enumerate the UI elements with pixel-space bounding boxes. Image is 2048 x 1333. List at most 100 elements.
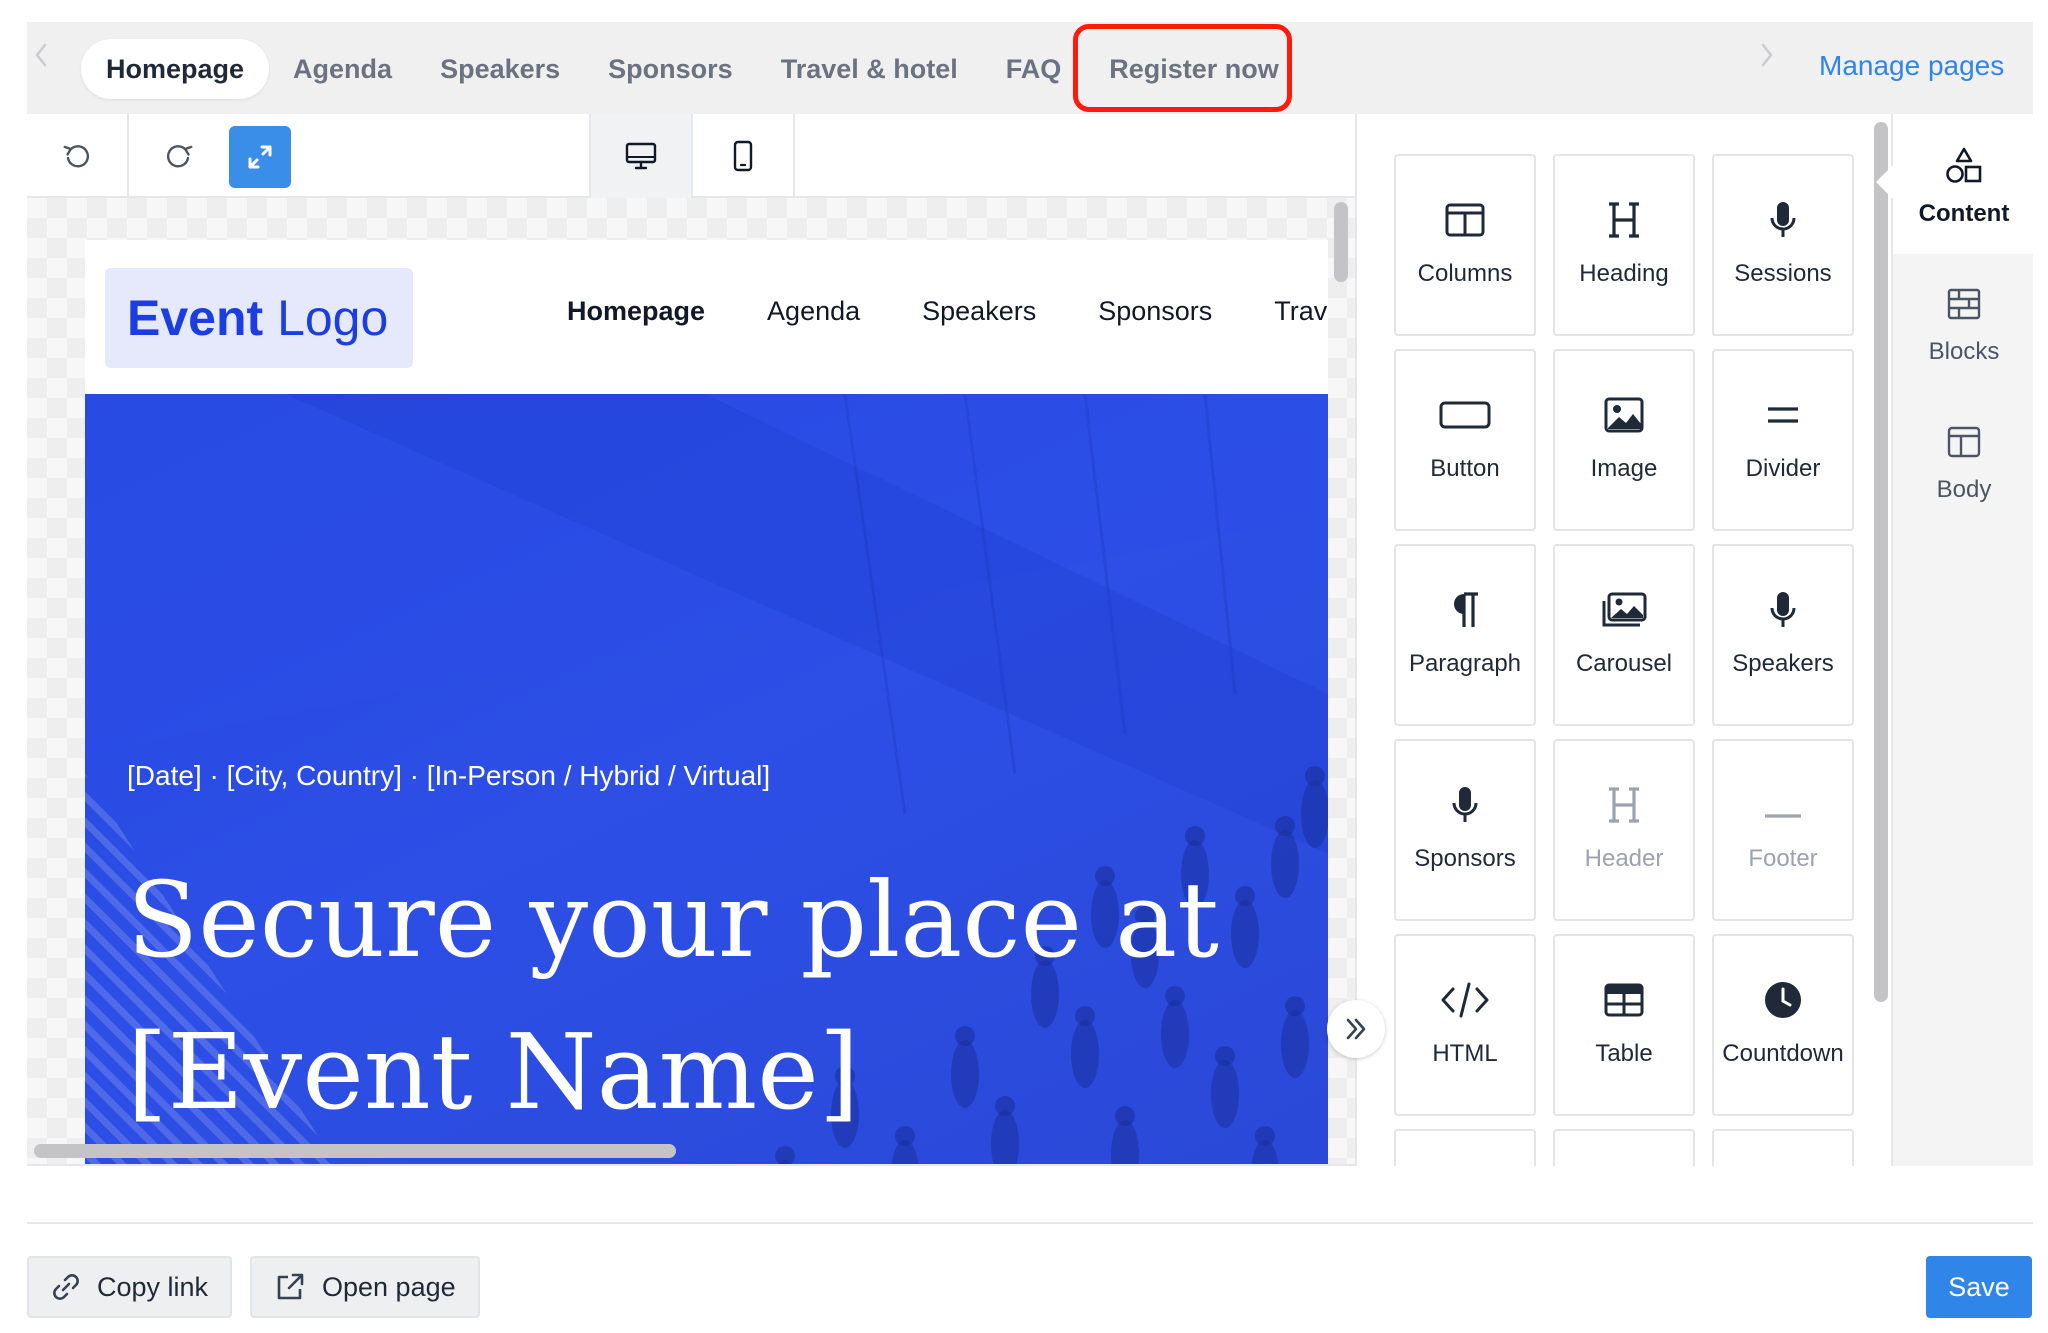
microphone-icon (1770, 592, 1796, 627)
shapes-icon (1946, 147, 1982, 183)
hero-event-meta[interactable]: [Date] · [City, Country] · [In-Person / … (127, 760, 770, 792)
undo-icon (63, 145, 90, 168)
sidebar-item-label: Content (1918, 200, 2010, 227)
fullscreen-button[interactable] (229, 126, 291, 188)
tile-more[interactable] (1394, 1129, 1536, 1166)
save-button[interactable]: Save (1926, 1256, 2032, 1318)
tile-carousel[interactable]: Carousel (1553, 544, 1695, 726)
divider-icon (1768, 407, 1798, 423)
tab-homepage[interactable]: Homepage (81, 39, 270, 99)
manage-pages-link[interactable]: Manage pages (1819, 50, 2004, 82)
mobile-icon (733, 140, 753, 172)
link-icon (53, 1274, 79, 1300)
tab-agenda[interactable]: Agenda (269, 39, 416, 99)
double-chevron-right-icon (1346, 1018, 1366, 1040)
tile-label: Carousel (1575, 650, 1673, 677)
tile-divider[interactable]: Divider (1712, 349, 1854, 531)
tile-sponsors[interactable]: Sponsors (1394, 739, 1536, 921)
site-nav: Homepage Agenda Speakers Sponsors Trave (567, 296, 1328, 327)
tile-countdown[interactable]: Countdown (1712, 934, 1854, 1116)
editor-sidebar: Content Blocks Body (1876, 114, 2035, 1166)
microphone-icon (1452, 787, 1478, 822)
canvas-vertical-scrollbar[interactable] (1334, 202, 1348, 282)
tile-label: Speakers (1732, 650, 1834, 677)
sidebar-item-blocks[interactable]: Blocks (1893, 282, 2035, 366)
tab-sponsors[interactable]: Sponsors (584, 39, 757, 99)
open-page-label: Open page (322, 1271, 456, 1302)
tile-speakers[interactable]: Speakers (1712, 544, 1854, 726)
desktop-icon (625, 142, 657, 170)
tab-travel-hotel[interactable]: Travel & hotel (757, 39, 982, 99)
tile-sessions[interactable]: Sessions (1712, 154, 1854, 336)
redo-button[interactable] (129, 114, 229, 198)
button-icon (1439, 401, 1491, 429)
tile-footer[interactable]: Footer (1712, 739, 1854, 921)
heading-icon (1609, 202, 1639, 238)
tabs-scroll-right-icon[interactable] (1757, 40, 1777, 70)
tab-register-now[interactable]: Register now (1085, 39, 1303, 99)
carousel-icon (1602, 592, 1647, 627)
tile-header[interactable]: Header (1553, 739, 1695, 921)
paragraph-icon (1454, 592, 1478, 627)
editor-toolbar (27, 114, 1356, 198)
tile-more[interactable] (1712, 1129, 1854, 1166)
image-icon (1604, 397, 1644, 433)
site-nav-homepage[interactable]: Homepage (567, 296, 705, 327)
columns-icon (1445, 203, 1485, 237)
footer-icon (1765, 814, 1801, 818)
tab-speakers[interactable]: Speakers (416, 39, 584, 99)
site-nav-speakers[interactable]: Speakers (922, 296, 1036, 327)
heading-icon (1609, 787, 1639, 823)
site-nav-sponsors[interactable]: Sponsors (1098, 296, 1212, 327)
site-header[interactable]: Event Logo Homepage Agenda Speakers Spon… (85, 240, 1328, 394)
site-nav-travel[interactable]: Trave (1274, 296, 1328, 327)
microphone-icon (1770, 202, 1796, 237)
tile-image[interactable]: Image (1553, 349, 1695, 531)
tile-label: Button (1430, 455, 1500, 482)
tile-columns[interactable]: Columns (1394, 154, 1536, 336)
tile-paragraph[interactable]: Paragraph (1394, 544, 1536, 726)
blocks-icon (1947, 288, 1981, 320)
hero-section[interactable]: [Date] · [City, Country] · [In-Person / … (85, 394, 1328, 1164)
site-nav-agenda[interactable]: Agenda (767, 296, 860, 327)
tile-label: Image (1590, 455, 1658, 482)
sidebar-item-body[interactable]: Body (1893, 420, 2035, 504)
page-tabs: Homepage Agenda Speakers Sponsors Travel… (75, 34, 1315, 104)
sidebar-item-label: Body (1936, 476, 1992, 503)
tile-label: Divider (1745, 455, 1821, 482)
tile-more[interactable] (1553, 1129, 1695, 1166)
code-icon (1441, 982, 1489, 1018)
palette-scrollbar[interactable] (1874, 122, 1888, 1002)
tile-label: Sessions (1734, 260, 1832, 287)
hero-title[interactable]: Secure your place at [Event Name] (127, 844, 1227, 1148)
copy-link-button[interactable]: Copy link (27, 1256, 233, 1318)
logo-text-rest: Logo (263, 290, 389, 346)
undo-button[interactable] (27, 114, 127, 198)
mobile-view-button[interactable] (693, 114, 793, 198)
tile-label: Heading (1579, 260, 1669, 287)
layout-icon (1947, 426, 1981, 458)
content-blocks-palette: Columns Heading Sessions Button Image Di… (1357, 114, 1891, 1166)
sidebar-item-content[interactable]: Content (1893, 144, 2035, 228)
sidebar-item-label: Blocks (1928, 338, 2000, 365)
logo-text-bold: Event (127, 290, 264, 346)
tile-label: Footer (1748, 845, 1818, 872)
tabs-scroll-left-icon[interactable] (31, 40, 51, 70)
tab-faq[interactable]: FAQ (982, 39, 1086, 99)
tile-button[interactable]: Button (1394, 349, 1536, 531)
collapse-panel-button[interactable] (1327, 1000, 1385, 1058)
tile-html[interactable]: HTML (1394, 934, 1536, 1116)
open-page-button[interactable]: Open page (250, 1256, 480, 1318)
site-preview[interactable]: Event Logo Homepage Agenda Speakers Spon… (85, 240, 1328, 1164)
copy-link-label: Copy link (97, 1271, 209, 1302)
table-icon (1604, 983, 1644, 1017)
tile-label: Header (1584, 845, 1664, 872)
editor-canvas[interactable]: Event Logo Homepage Agenda Speakers Spon… (27, 198, 1356, 1164)
event-logo[interactable]: Event Logo (105, 268, 413, 368)
tile-label: Columns (1417, 260, 1513, 287)
canvas-horizontal-scrollbar[interactable] (34, 1144, 676, 1158)
tile-table[interactable]: Table (1553, 934, 1695, 1116)
tile-heading[interactable]: Heading (1553, 154, 1695, 336)
desktop-view-button[interactable] (591, 114, 691, 198)
hero-title-line-2: [Event Name] (127, 1011, 860, 1133)
